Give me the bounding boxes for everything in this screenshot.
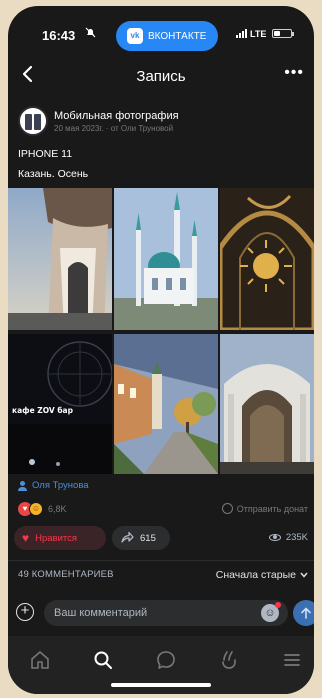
views-count: 235K xyxy=(285,532,308,543)
tab-home[interactable] xyxy=(28,648,52,672)
photo-sun-gate[interactable] xyxy=(220,188,314,330)
return-to-app-pill[interactable]: vk ВКОНТАКТЕ xyxy=(116,21,218,51)
send-donation-button[interactable]: Отправить донат xyxy=(221,503,308,514)
comments-sort-dropdown[interactable]: Сначала старые xyxy=(216,569,308,581)
coin-icon xyxy=(221,503,233,514)
comments-count-title: 49 КОММЕНТАРИЕВ xyxy=(18,569,114,580)
page-title: Запись xyxy=(136,68,186,85)
heart-icon: ♥ xyxy=(22,531,30,545)
photo-tower[interactable] xyxy=(8,188,112,330)
add-attachment-button[interactable]: + xyxy=(16,603,34,621)
like-label: Нравится xyxy=(35,532,78,544)
like-button[interactable]: ♥ Нравится xyxy=(14,526,106,550)
photo-ornate-gate[interactable] xyxy=(220,334,314,474)
reactions-count: 6,8K xyxy=(48,504,67,514)
love-emoji-reaction-icon: ☺ xyxy=(29,502,43,516)
battery-icon xyxy=(272,29,294,38)
community-avatar[interactable] xyxy=(18,106,48,136)
photo-mosque[interactable] xyxy=(114,188,218,330)
send-button[interactable] xyxy=(293,600,314,626)
share-button[interactable]: 615 xyxy=(112,526,170,550)
original-author-link[interactable]: Оля Трунова xyxy=(18,480,89,491)
nav-bar: Запись ••• xyxy=(8,60,314,92)
post-text-line-1: IPHONE 11 xyxy=(18,148,73,160)
status-time: 16:43 xyxy=(42,28,76,43)
chevron-down-icon xyxy=(300,571,308,580)
eye-icon xyxy=(268,534,281,541)
person-icon xyxy=(18,480,27,491)
photo-sign: кафе ZOV бар xyxy=(12,406,73,415)
clips-icon xyxy=(222,651,236,669)
tab-search[interactable] xyxy=(91,648,115,672)
signal-icon xyxy=(236,29,247,38)
views-counter: 235K xyxy=(268,532,308,543)
menu-icon xyxy=(284,654,300,666)
more-button[interactable]: ••• xyxy=(284,64,304,82)
sticker-button[interactable]: ☺ xyxy=(261,602,281,622)
phone-screen: 16:43 vk ВКОНТАКТЕ LTE Запись ••• Мобиль… xyxy=(8,6,314,694)
tab-menu[interactable] xyxy=(280,648,304,672)
home-indicator[interactable] xyxy=(111,683,211,687)
tab-messages[interactable] xyxy=(154,648,178,672)
share-arrow-icon xyxy=(121,531,134,546)
messages-icon xyxy=(157,651,175,669)
reactions-summary[interactable]: ♥ ☺ 6,8K xyxy=(18,502,67,516)
search-icon xyxy=(94,651,112,669)
donate-label: Отправить донат xyxy=(236,503,308,514)
sort-label: Сначала старые xyxy=(215,569,296,581)
original-author-name: Оля Трунова xyxy=(32,480,89,491)
post-text-line-2: Казань. Осень xyxy=(18,168,89,180)
photo-ferris-wheel[interactable]: кафе ZOV бар xyxy=(8,334,112,474)
status-bar: 16:43 vk ВКОНТАКТЕ LTE xyxy=(8,6,314,51)
divider xyxy=(8,560,314,561)
post-author[interactable]: Мобильная фотография xyxy=(54,110,179,122)
home-icon xyxy=(31,651,49,669)
tab-clips[interactable] xyxy=(217,648,241,672)
vk-logo-icon: vk xyxy=(127,28,143,44)
arrow-up-icon xyxy=(301,607,311,619)
photo-street[interactable] xyxy=(114,334,218,474)
network-type: LTE xyxy=(250,29,267,39)
post-meta: 20 мая 2023г. · от Оли Труновой xyxy=(54,124,174,133)
return-app-label: ВКОНТАКТЕ xyxy=(148,30,207,42)
share-count: 615 xyxy=(140,532,156,544)
comment-input[interactable] xyxy=(44,600,288,626)
bell-slash-icon xyxy=(85,27,96,41)
